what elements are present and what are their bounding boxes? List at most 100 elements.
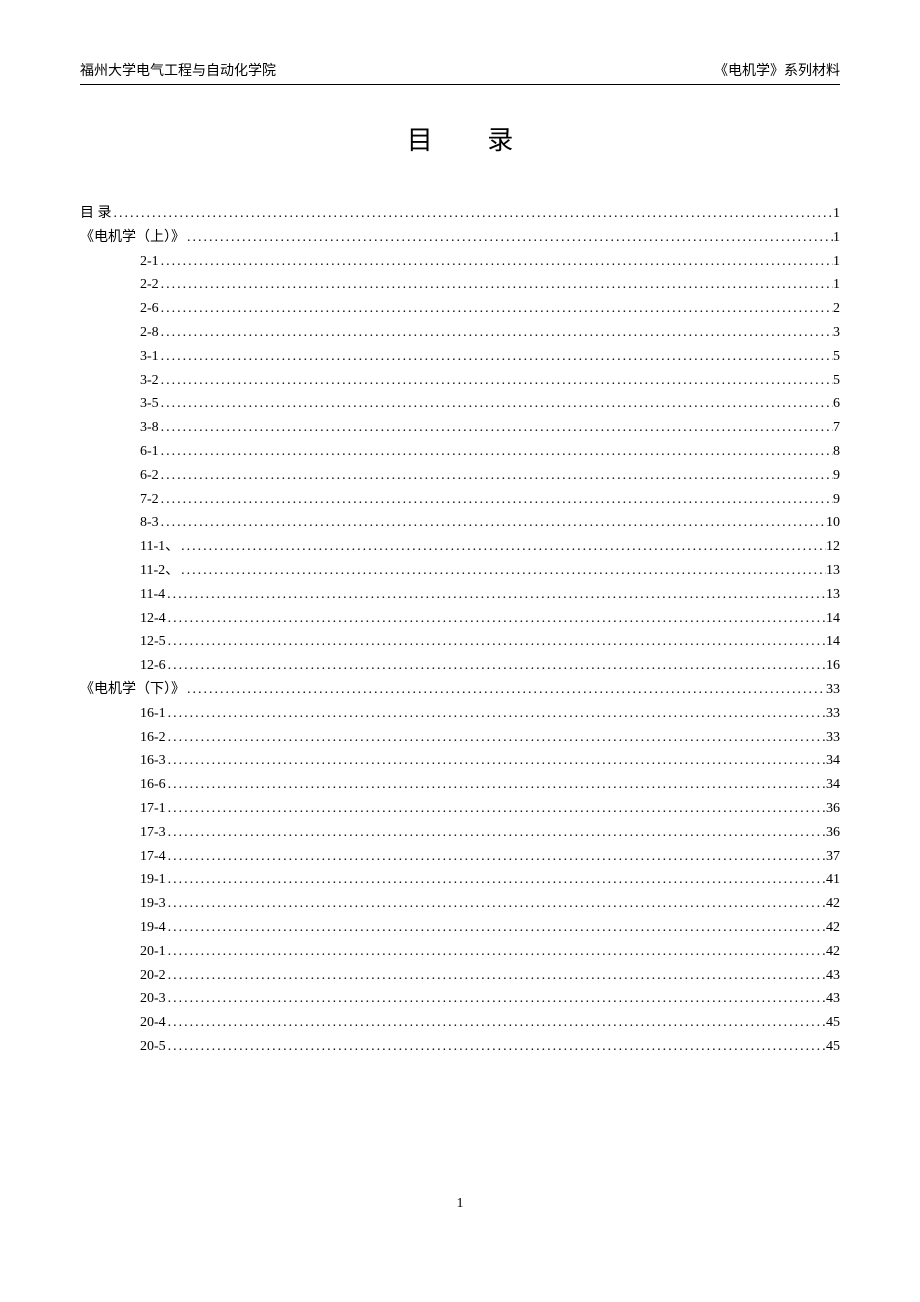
toc-entry: 《电机学（上）》1 — [80, 226, 840, 250]
toc-entry: 11-1、12 — [80, 535, 840, 559]
toc-entry: 3-87 — [80, 416, 840, 440]
toc-entry-label: 17-4 — [140, 845, 166, 869]
toc-leader-dots — [166, 892, 826, 916]
toc-leader-dots — [166, 654, 826, 678]
toc-entry-label: 3-1 — [140, 345, 159, 369]
page-number: 1 — [0, 1196, 920, 1212]
document-page: 福州大学电气工程与自动化学院 《电机学》系列材料 目 录 目 录1《电机学（上）… — [0, 0, 920, 1059]
toc-entry: 12-514 — [80, 630, 840, 654]
toc-entry-label: 8-3 — [140, 511, 159, 535]
toc-leader-dots — [159, 273, 833, 297]
toc-leader-dots — [112, 202, 834, 226]
toc-entry: 19-141 — [80, 868, 840, 892]
toc-entry: 20-545 — [80, 1035, 840, 1059]
toc-entry-label: 2-8 — [140, 321, 159, 345]
toc-entry-label: 2-6 — [140, 297, 159, 321]
toc-entry-page: 33 — [826, 678, 840, 702]
toc-entry-page: 37 — [826, 845, 840, 869]
toc-entry-page: 42 — [826, 892, 840, 916]
toc-entry-page: 7 — [833, 416, 840, 440]
header-left: 福州大学电气工程与自动化学院 — [80, 60, 276, 80]
toc-entry: 《电机学（下）》 33 — [80, 678, 840, 702]
toc-entry: 3-15 — [80, 345, 840, 369]
toc-entry-label: 16-1 — [140, 702, 166, 726]
toc-entry: 20-343 — [80, 987, 840, 1011]
toc-leader-dots — [159, 369, 833, 393]
toc-entry-label: 16-3 — [140, 749, 166, 773]
toc-entry-label: 17-1 — [140, 797, 166, 821]
toc-entry: 2-21 — [80, 273, 840, 297]
toc-entry-label: 6-1 — [140, 440, 159, 464]
toc-leader-dots — [159, 321, 833, 345]
toc-entry: 8-310 — [80, 511, 840, 535]
toc-entry-page: 34 — [826, 773, 840, 797]
toc-entry-label: 2-1 — [140, 250, 159, 274]
toc-entry: 11-413 — [80, 583, 840, 607]
toc-entry-label: 11-1、 — [140, 535, 179, 559]
toc-entry: 12-4 14 — [80, 607, 840, 631]
toc-entry-page: 45 — [826, 1011, 840, 1035]
toc-leader-dots — [166, 821, 826, 845]
toc-entry: 3-56 — [80, 392, 840, 416]
page-header: 福州大学电气工程与自动化学院 《电机学》系列材料 — [80, 60, 840, 85]
toc-leader-dots — [159, 250, 833, 274]
toc-entry: 16-334 — [80, 749, 840, 773]
toc-entry-label: 19-3 — [140, 892, 166, 916]
toc-entry-page: 5 — [833, 369, 840, 393]
toc-entry-page: 1 — [833, 273, 840, 297]
toc-entry-page: 1 — [833, 202, 840, 226]
toc-entry: 12-616 — [80, 654, 840, 678]
toc-leader-dots — [166, 1035, 826, 1059]
toc-entry-label: 20-3 — [140, 987, 166, 1011]
toc-entry-page: 14 — [826, 607, 840, 631]
toc-entry-page: 8 — [833, 440, 840, 464]
toc-entry-label: 16-6 — [140, 773, 166, 797]
toc-leader-dots — [166, 845, 826, 869]
toc-entry-label: 7-2 — [140, 488, 159, 512]
toc-entry: 20-142 — [80, 940, 840, 964]
toc-entry: 2-83 — [80, 321, 840, 345]
toc-entry-page: 42 — [826, 916, 840, 940]
toc-leader-dots — [166, 607, 826, 631]
toc-leader-dots — [185, 678, 826, 702]
toc-entry-page: 41 — [826, 868, 840, 892]
toc-entry-label: 《电机学（下）》 — [80, 678, 185, 702]
toc-entry-page: 16 — [826, 654, 840, 678]
toc-entry: 16-6 34 — [80, 773, 840, 797]
toc-leader-dots — [159, 345, 833, 369]
toc-entry-page: 43 — [826, 964, 840, 988]
toc-entry-label: 《电机学（上）》 — [80, 226, 185, 250]
toc-entry-page: 45 — [826, 1035, 840, 1059]
toc-leader-dots — [166, 1011, 826, 1035]
toc-entry-page: 13 — [826, 583, 840, 607]
toc-leader-dots — [165, 583, 826, 607]
toc-entry: 11-2、13 — [80, 559, 840, 583]
toc-leader-dots — [166, 749, 826, 773]
toc-leader-dots — [159, 440, 833, 464]
toc-entry: 6-29 — [80, 464, 840, 488]
toc-entry-label: 20-2 — [140, 964, 166, 988]
toc-entry: 16-133 — [80, 702, 840, 726]
toc-leader-dots — [159, 511, 826, 535]
toc-leader-dots — [179, 535, 826, 559]
toc-entry: 7-2 9 — [80, 488, 840, 512]
toc-leader-dots — [159, 488, 833, 512]
table-of-contents: 目 录1《电机学（上）》12-112-212-622-833-153-253-5… — [80, 202, 840, 1059]
toc-leader-dots — [166, 964, 826, 988]
toc-leader-dots — [166, 940, 826, 964]
toc-entry-page: 9 — [833, 488, 840, 512]
toc-entry-label: 3-2 — [140, 369, 159, 393]
toc-entry-label: 17-3 — [140, 821, 166, 845]
toc-entry-label: 16-2 — [140, 726, 166, 750]
toc-entry-label: 目 录 — [80, 202, 112, 226]
toc-leader-dots — [159, 416, 833, 440]
header-right: 《电机学》系列材料 — [714, 60, 840, 80]
toc-entry: 3-2 5 — [80, 369, 840, 393]
toc-entry: 目 录 1 — [80, 202, 840, 226]
toc-entry-label: 20-1 — [140, 940, 166, 964]
toc-entry-label: 12-4 — [140, 607, 166, 631]
toc-leader-dots — [166, 630, 826, 654]
toc-entry: 17-3 36 — [80, 821, 840, 845]
document-title: 目 录 — [80, 120, 840, 157]
toc-entry-page: 36 — [826, 821, 840, 845]
